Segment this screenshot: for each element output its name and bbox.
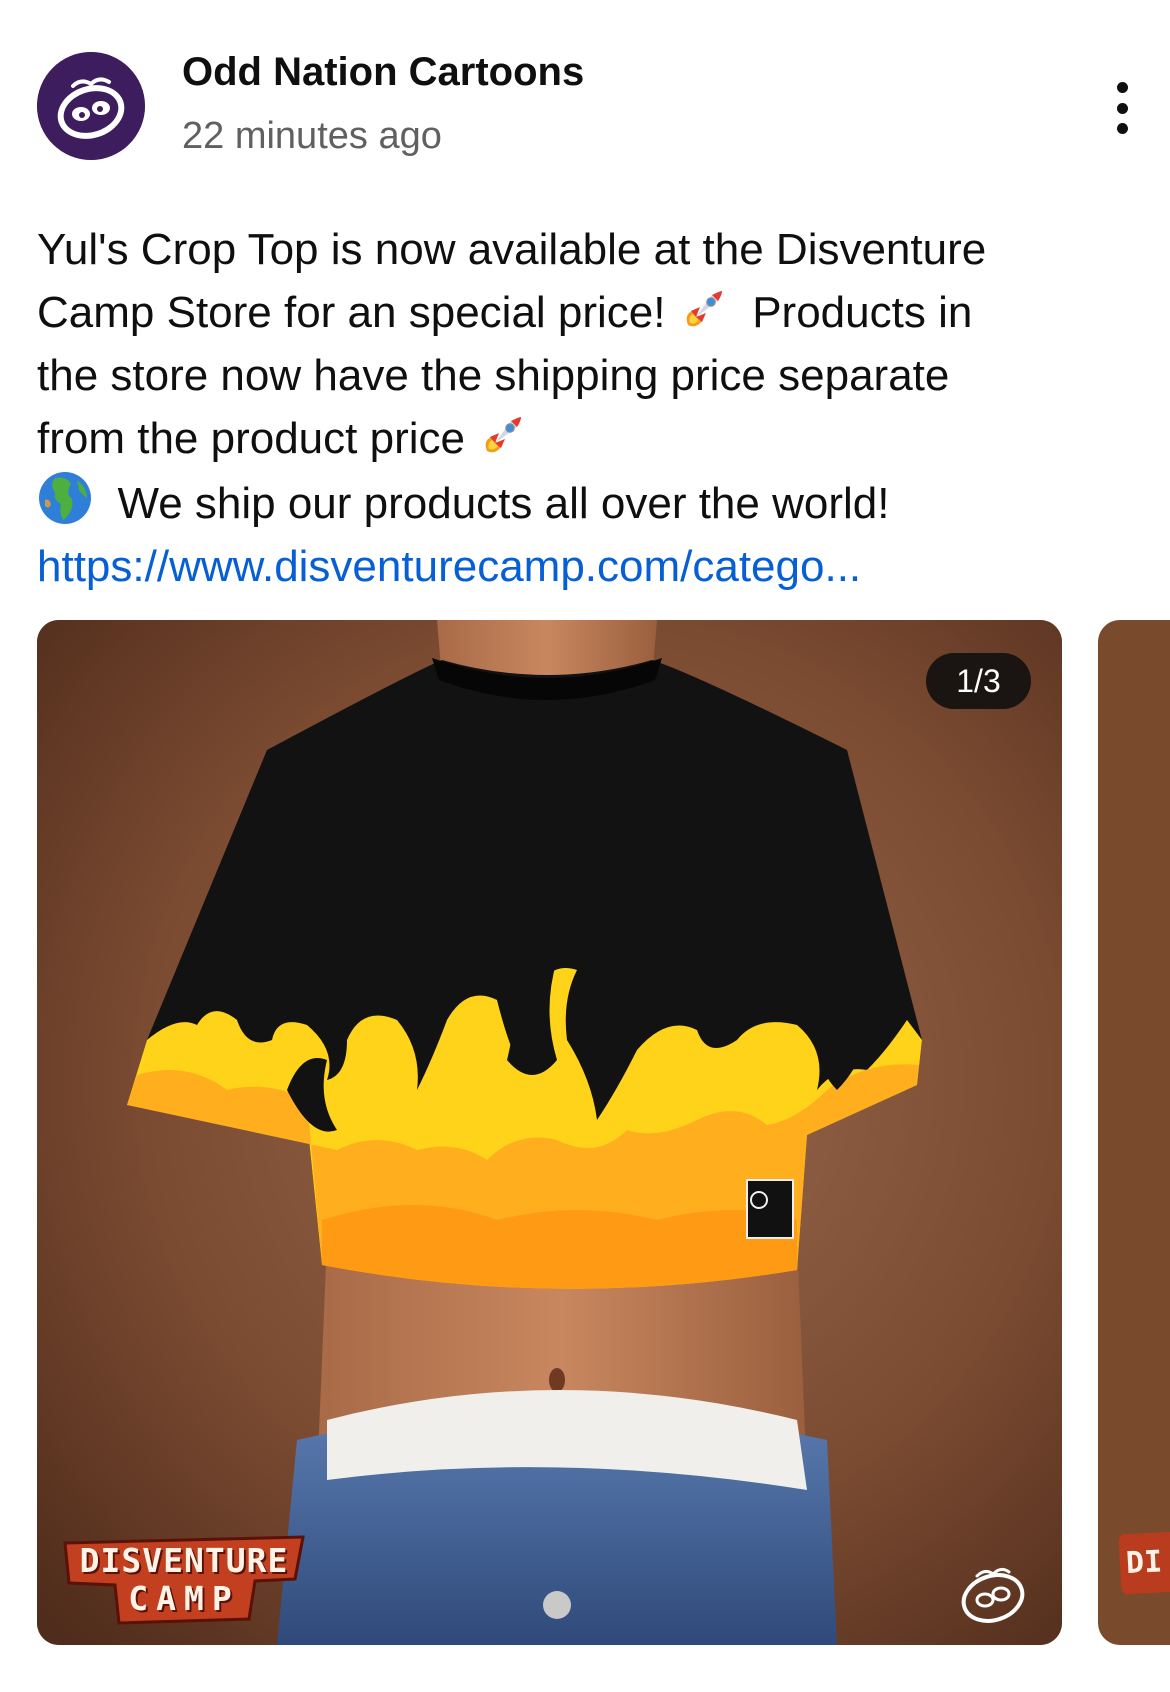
post-header: Odd Nation Cartoons 22 minutes ago: [0, 0, 1170, 190]
post-link[interactable]: https://www.disventurecamp.com/catego...: [37, 535, 1127, 598]
product-photo-crop-top: [37, 620, 1062, 1645]
post-text-segment: Camp Store for an special price!: [37, 288, 666, 337]
carousel-page-counter: 1/3: [926, 653, 1031, 709]
post-text-line: We ship our products all over the world!: [37, 470, 1127, 535]
post-text: Yul's Crop Top is now available at the D…: [37, 218, 1127, 598]
post-text-segment: from the product price: [37, 414, 465, 463]
disventure-camp-logo-partial: DI: [1118, 1529, 1170, 1595]
logo-text-line2: CAMP: [128, 1579, 240, 1618]
channel-name[interactable]: Odd Nation Cartoons: [182, 50, 584, 95]
post-text-line: Camp Store for an special price! Product…: [37, 281, 1127, 344]
post-text-line: from the product price: [37, 407, 1127, 470]
more-vertical-icon-dot: [1116, 102, 1128, 114]
carousel-slide-next[interactable]: DI: [1098, 620, 1170, 1645]
channel-avatar[interactable]: [37, 52, 145, 160]
globe-emoji-icon: [37, 470, 93, 526]
post-text-line: Yul's Crop Top is now available at the D…: [37, 225, 987, 274]
carousel-slide-current[interactable]: 1/3 DISVENTURE CAMP: [37, 620, 1062, 1645]
post-text-segment: Products in: [752, 288, 973, 337]
logo-text-line1: DISVENTURE: [79, 1541, 289, 1580]
post-text-segment: We ship our products all over the world!: [117, 479, 890, 528]
post-text-line: the store now have the shipping price se…: [37, 351, 950, 400]
more-vertical-icon: [1116, 82, 1128, 93]
sloth-watermark-icon: [957, 1558, 1029, 1630]
more-options-button[interactable]: [1100, 78, 1144, 138]
more-vertical-icon-dot: [1116, 123, 1128, 134]
post-timestamp: 22 minutes ago: [182, 115, 442, 157]
sloth-logo-icon: [37, 52, 145, 160]
rocket-emoji-icon: [678, 285, 728, 335]
disventure-camp-logo: DISVENTURE CAMP: [59, 1535, 309, 1625]
rocket-emoji-icon: [477, 411, 527, 461]
image-carousel[interactable]: 1/3 DISVENTURE CAMP DI: [37, 620, 1170, 1648]
